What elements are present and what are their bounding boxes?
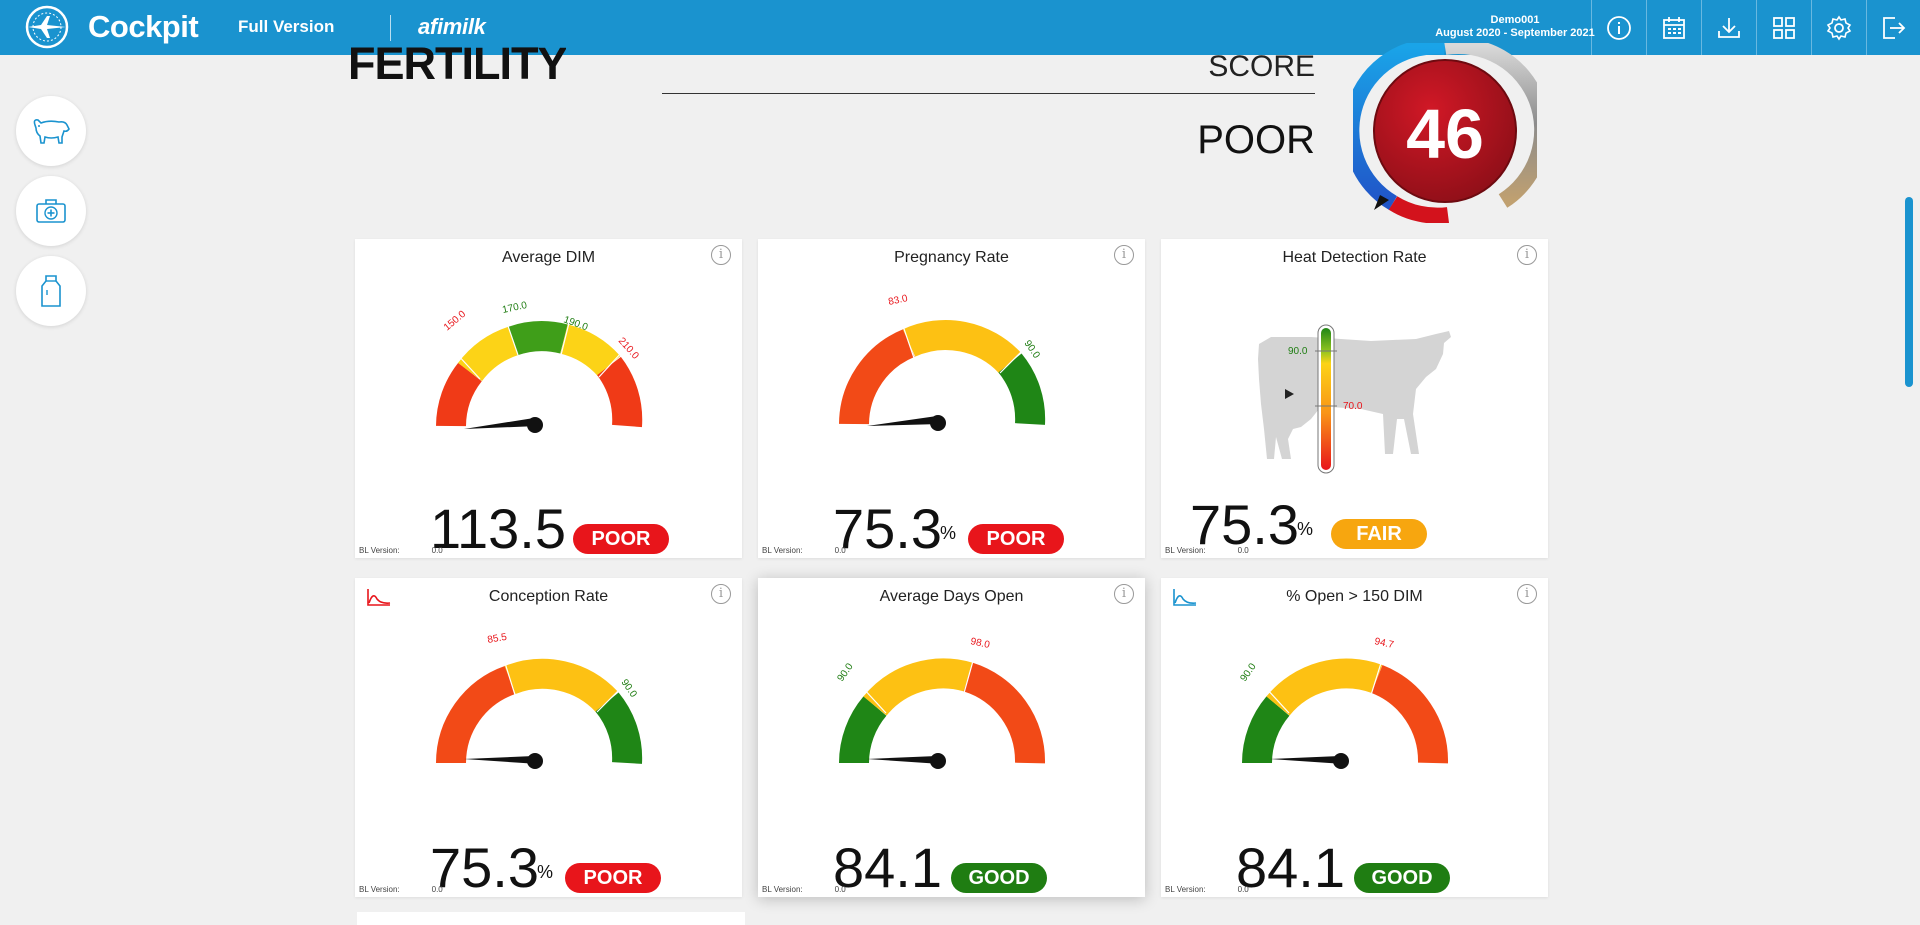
tick-label: 150.0 <box>442 309 469 334</box>
status-badge: POOR <box>968 524 1064 554</box>
milk-bottle-icon <box>41 275 61 307</box>
calendar-button[interactable] <box>1646 0 1701 55</box>
tick-label: 170.0 <box>501 300 528 316</box>
farm-name: Demo001 <box>1490 14 1540 26</box>
partner-logo: afimilk <box>418 14 486 39</box>
version-label: Full Version <box>238 17 335 36</box>
tick-label: 85.5 <box>487 632 509 646</box>
grid-icon <box>1773 16 1795 39</box>
baseline-version: BL Version: 0.0 <box>359 546 443 555</box>
kpi-card-average-days-open: Average Days Open i 90.0 98.0 84.1 GOOD … <box>758 578 1145 897</box>
info-icon <box>1607 15 1631 40</box>
tick-label: 98.0 <box>969 636 991 651</box>
top-bar: Cockpit Full Version afimilk Demo001 Aug… <box>0 0 1920 55</box>
kpi-value: 75.3 <box>430 836 539 897</box>
gauge-needle <box>464 756 538 764</box>
tick-label: 90.0 <box>1238 661 1258 684</box>
kpi-unit: % <box>940 523 957 543</box>
cow-icon <box>33 119 70 144</box>
status-badge: GOOD <box>951 863 1047 893</box>
gauge-needle <box>464 418 538 429</box>
status-badge: POOR <box>573 524 669 554</box>
gear-icon <box>1826 15 1852 40</box>
kpi-card-pregnancy-rate: Pregnancy Rate i 83.0 90.0 75.3 % POOR B… <box>758 239 1145 558</box>
kpi-card-open-over-150-dim: % Open > 150 DIM i 90.0 94.7 84.1 GOOD B… <box>1161 578 1548 897</box>
page-scrollbar[interactable] <box>1905 197 1913 387</box>
baseline-version: BL Version: 0.0 <box>762 885 846 894</box>
score-status: POOR <box>1197 118 1315 162</box>
baseline-version: BL Version: 0.0 <box>762 546 846 555</box>
calendar-icon <box>1663 16 1685 39</box>
kpi-card-conception-rate: Conception Rate i 85.5 90.0 75.3 % POOR … <box>355 578 742 897</box>
settings-button[interactable] <box>1811 0 1866 55</box>
baseline-version: BL Version: 0.0 <box>1165 885 1249 894</box>
tick-label: 83.0 <box>887 293 909 308</box>
gauge-needle <box>867 416 941 426</box>
date-range: August 2020 - September 2021 <box>1435 27 1595 39</box>
download-button[interactable] <box>1701 0 1756 55</box>
kpi-unit: % <box>537 862 554 882</box>
gauge-needle <box>1270 756 1344 764</box>
score-divider <box>662 93 1315 94</box>
tick-label: 94.7 <box>1373 636 1395 651</box>
header-divider <box>390 15 391 41</box>
status-badge: POOR <box>565 863 661 893</box>
cockpit-logo-icon <box>24 4 70 50</box>
status-badge: GOOD <box>1354 863 1450 893</box>
logout-button[interactable] <box>1866 0 1920 55</box>
score-value: 46 <box>1406 95 1484 173</box>
kpi-card-heat-detection-rate: Heat Detection Rate i 90.0 70.0 75.3 % F… <box>1161 239 1548 558</box>
medical-kit-icon <box>36 199 66 223</box>
kpi-value: 113.5 <box>430 497 566 558</box>
logout-icon <box>1883 16 1906 39</box>
brand-name: Cockpit <box>88 9 199 44</box>
dashboard-grid-button[interactable] <box>1756 0 1811 55</box>
tick-label: 90.0 <box>1288 346 1308 357</box>
farm-selector[interactable]: Demo001 August 2020 - September 2021 <box>1410 14 1620 40</box>
score-dial: 46 <box>1343 37 1551 224</box>
baseline-version: BL Version: 0.0 <box>1165 546 1249 555</box>
gauge-needle <box>867 756 941 764</box>
sidebar-item-health[interactable] <box>16 176 86 246</box>
section-title: FERTILITY <box>348 42 567 86</box>
kpi-unit: % <box>1297 519 1314 539</box>
kpi-value: 75.3 <box>1190 493 1299 556</box>
sidebar-item-milk[interactable] <box>16 256 86 326</box>
download-icon <box>1718 17 1740 38</box>
kpi-card-next-row-partial <box>357 912 745 925</box>
score-label: SCORE <box>1208 50 1315 83</box>
kpi-value: 84.1 <box>1236 836 1345 897</box>
kpi-value: 75.3 <box>833 497 942 558</box>
info-button[interactable] <box>1591 0 1646 55</box>
kpi-card-average-dim: Average DIM i 150.0 170.0 190.0 210.0 11… <box>355 239 742 558</box>
tick-label: 90.0 <box>835 661 855 684</box>
status-badge: FAIR <box>1331 519 1427 549</box>
baseline-version: BL Version: 0.0 <box>359 885 443 894</box>
sidebar-item-herd[interactable] <box>16 96 86 166</box>
kpi-value: 84.1 <box>833 836 942 897</box>
tick-label: 70.0 <box>1343 401 1363 412</box>
